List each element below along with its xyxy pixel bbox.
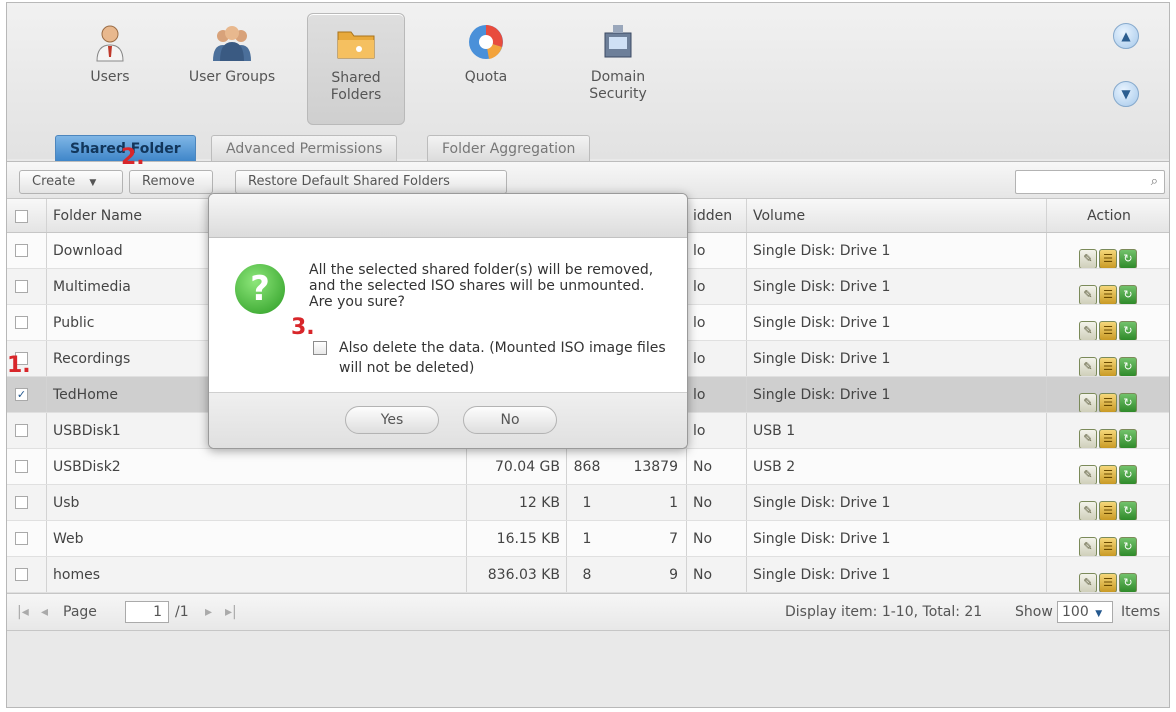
confirm-remove-dialog: ? All the selected shared folder(s) will…: [208, 193, 688, 449]
delete-data-checkbox[interactable]: [313, 341, 327, 355]
annotation-step-3: 3.: [291, 315, 315, 340]
annotation-step-2: 2.: [121, 145, 145, 170]
no-button[interactable]: No: [463, 406, 557, 434]
yes-button[interactable]: Yes: [345, 406, 439, 434]
dialog-footer: [209, 392, 687, 448]
delete-data-label: Also delete the data. (Mounted ISO image…: [339, 340, 666, 376]
question-icon: ?: [235, 264, 285, 314]
annotation-step-1: 1.: [7, 353, 31, 378]
dialog-message: All the selected shared folder(s) will b…: [309, 262, 654, 310]
app-window: Users User Groups Shared Folders Quota D…: [6, 2, 1170, 708]
dialog-header: [209, 194, 687, 238]
